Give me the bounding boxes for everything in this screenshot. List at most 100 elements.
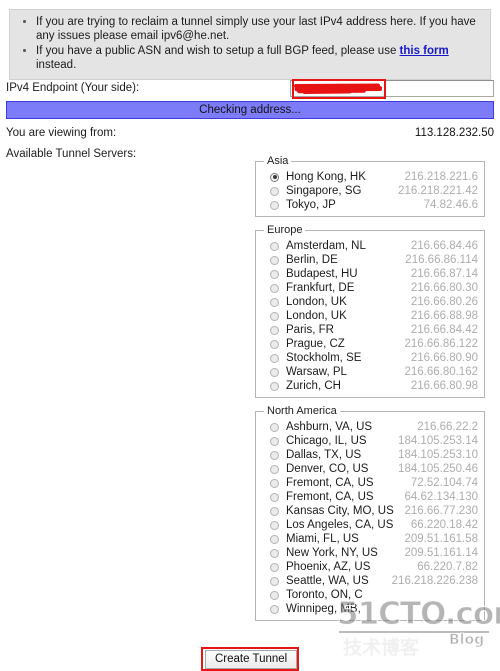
server-option-row[interactable]: Fremont, CA, US 72.52.104.74 [262, 476, 478, 490]
server-ip: 216.66.77.230 [404, 505, 478, 517]
server-option-row[interactable]: Chicago, IL, US 184.105.253.14 [262, 434, 478, 448]
server-ip: 216.218.221.42 [398, 185, 478, 197]
radio-unselected-icon[interactable] [270, 186, 279, 196]
server-ip: 184.105.250.46 [398, 463, 478, 475]
server-name: Toronto, ON, C [286, 589, 363, 601]
create-tunnel-button[interactable]: Create Tunnel [205, 650, 298, 669]
server-option-row[interactable]: London, UK 216.66.80.26 [262, 295, 478, 309]
radio-unselected-icon[interactable] [270, 534, 279, 544]
this-form-link[interactable]: this form [400, 45, 449, 57]
server-option-row[interactable]: Frankfurt, DE 216.66.80.30 [262, 281, 478, 295]
create-tunnel-wrap: Create Tunnel [201, 647, 299, 671]
server-option-row[interactable]: Prague, CZ 216.66.86.122 [262, 337, 478, 351]
server-ip: 72.52.104.74 [410, 477, 478, 489]
ipv4-endpoint-input[interactable] [290, 80, 494, 97]
server-option-row[interactable]: Winnipeg, MB, [262, 602, 478, 616]
server-group-north-america: North America Ashburn, VA, US 216.66.22.2 C… [255, 405, 485, 621]
server-name: London, UK [286, 296, 347, 308]
server-ip: 184.105.253.14 [398, 435, 478, 447]
server-ip: 216.66.80.98 [410, 380, 478, 392]
radio-unselected-icon[interactable] [270, 283, 279, 293]
radio-unselected-icon[interactable] [270, 450, 279, 460]
server-ip: 216.66.22.2 [417, 421, 478, 433]
server-name: Denver, CO, US [286, 463, 369, 475]
server-option-row[interactable]: Berlin, DE 216.66.86.114 [262, 253, 478, 267]
watermark-sub-text: 技术博客 [342, 637, 420, 660]
radio-unselected-icon[interactable] [270, 255, 279, 265]
server-group-legend: North America [267, 405, 337, 417]
radio-unselected-icon[interactable] [270, 478, 279, 488]
server-option-row[interactable]: Denver, CO, US 184.105.250.46 [262, 462, 478, 476]
server-name: Prague, CZ [286, 338, 345, 350]
notice-box: If you are trying to reclaim a tunnel si… [9, 9, 491, 80]
radio-unselected-icon[interactable] [270, 241, 279, 251]
server-name: Kansas City, MO, US [286, 505, 394, 517]
radio-selected-icon[interactable] [270, 172, 279, 182]
server-name: Hong Kong, HK [286, 171, 366, 183]
radio-unselected-icon[interactable] [270, 590, 279, 600]
radio-unselected-icon[interactable] [270, 381, 279, 391]
server-option-row[interactable]: Hong Kong, HK 216.218.221.6 [262, 170, 478, 184]
radio-unselected-icon[interactable] [270, 576, 279, 586]
server-ip: 216.66.80.162 [404, 366, 478, 378]
server-option-row[interactable]: Zurich, CH 216.66.80.98 [262, 379, 478, 393]
radio-unselected-icon[interactable] [270, 520, 279, 530]
server-name: Warsaw, PL [286, 366, 347, 378]
server-option-row[interactable]: Phoenix, AZ, US 66.220.7.82 [262, 560, 478, 574]
server-name: Budapest, HU [286, 268, 358, 280]
server-option-row[interactable]: New York, NY, US 209.51.161.14 [262, 546, 478, 560]
server-option-row[interactable]: Budapest, HU 216.66.87.14 [262, 267, 478, 281]
server-ip: 216.66.80.90 [410, 352, 478, 364]
radio-unselected-icon[interactable] [270, 492, 279, 502]
server-ip: 66.220.7.82 [417, 561, 478, 573]
radio-unselected-icon[interactable] [270, 562, 279, 572]
server-ip: 209.51.161.14 [404, 547, 478, 559]
server-option-row[interactable]: Dallas, TX, US 184.105.253.10 [262, 448, 478, 462]
server-group-legend: Asia [267, 155, 289, 167]
server-option-row[interactable]: Miami, FL, US 209.51.161.58 [262, 532, 478, 546]
radio-unselected-icon[interactable] [270, 269, 279, 279]
server-option-row[interactable]: Seattle, WA, US 216.218.226.238 [262, 574, 478, 588]
server-name: Los Angeles, CA, US [286, 519, 394, 531]
radio-unselected-icon[interactable] [270, 339, 279, 349]
server-option-row[interactable]: Los Angeles, CA, US 66.220.18.42 [262, 518, 478, 532]
server-option-row[interactable]: Singapore, SG 216.218.221.42 [262, 184, 478, 198]
server-option-row[interactable]: Tokyo, JP 74.82.46.6 [262, 198, 478, 212]
server-ip: 74.82.46.6 [423, 199, 478, 211]
server-option-row[interactable]: London, UK 216.66.88.98 [262, 309, 478, 323]
server-name: Seattle, WA, US [286, 575, 369, 587]
radio-unselected-icon[interactable] [270, 604, 279, 614]
server-option-row[interactable]: Ashburn, VA, US 216.66.22.2 [262, 420, 478, 434]
radio-unselected-icon[interactable] [270, 548, 279, 558]
radio-unselected-icon[interactable] [270, 367, 279, 377]
server-ip: 216.66.80.30 [410, 282, 478, 294]
radio-unselected-icon[interactable] [270, 311, 279, 321]
server-option-row[interactable]: Warsaw, PL 216.66.80.162 [262, 365, 478, 379]
server-name: Amsterdam, NL [286, 240, 366, 252]
radio-unselected-icon[interactable] [270, 325, 279, 335]
server-name: Ashburn, VA, US [286, 421, 373, 433]
server-option-row[interactable]: Amsterdam, NL 216.66.84.46 [262, 239, 478, 253]
server-name: Zurich, CH [286, 380, 341, 392]
radio-unselected-icon[interactable] [270, 200, 279, 210]
notice-item-reclaim: If you are trying to reclaim a tunnel si… [36, 15, 482, 43]
radio-unselected-icon[interactable] [270, 353, 279, 363]
server-name: Frankfurt, DE [286, 282, 355, 294]
server-option-row[interactable]: Paris, FR 216.66.84.42 [262, 323, 478, 337]
notice-item-reclaim-text: If you are trying to reclaim a tunnel si… [36, 16, 476, 42]
radio-unselected-icon[interactable] [270, 436, 279, 446]
notice-list: If you are trying to reclaim a tunnel si… [18, 15, 482, 72]
radio-unselected-icon[interactable] [270, 464, 279, 474]
radio-unselected-icon[interactable] [270, 506, 279, 516]
radio-unselected-icon[interactable] [270, 297, 279, 307]
server-option-row[interactable]: Toronto, ON, C [262, 588, 478, 602]
checking-address-text: Checking address... [199, 104, 301, 116]
server-option-row[interactable]: Stockholm, SE 216.66.80.90 [262, 351, 478, 365]
server-option-row[interactable]: Kansas City, MO, US 216.66.77.230 [262, 504, 478, 518]
server-option-row[interactable]: Fremont, CA, US 64.62.134.130 [262, 490, 478, 504]
server-ip: 64.62.134.130 [404, 491, 478, 503]
server-ip: 209.51.161.58 [404, 533, 478, 545]
radio-unselected-icon[interactable] [270, 422, 279, 432]
server-ip: 216.218.221.6 [404, 171, 478, 183]
available-tunnel-servers-label: Available Tunnel Servers: [6, 148, 137, 160]
